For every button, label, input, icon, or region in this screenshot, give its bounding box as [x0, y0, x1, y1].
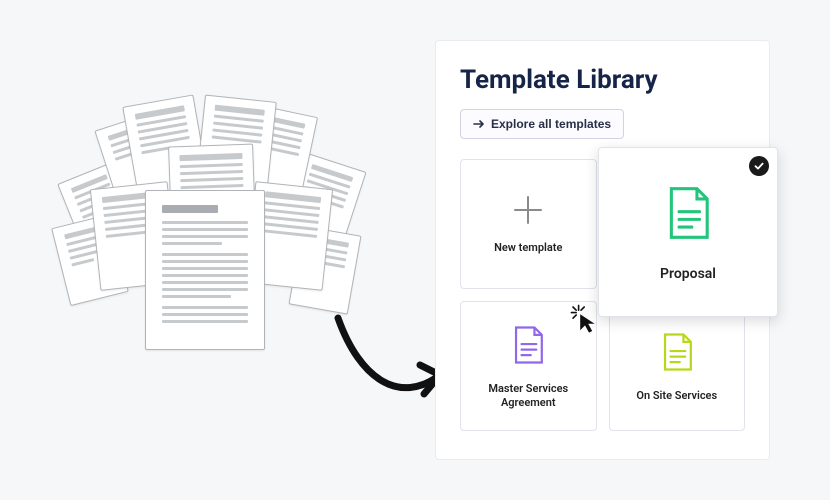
document-icon — [505, 322, 551, 368]
selected-check-icon — [749, 156, 769, 176]
proposal-template-card[interactable]: Proposal — [598, 147, 778, 317]
plus-icon — [511, 193, 545, 227]
card-label: On Site Services — [630, 389, 723, 403]
explore-all-templates-button[interactable]: Explore all templates — [460, 109, 624, 139]
new-template-card[interactable]: New template — [460, 159, 597, 289]
onsite-template-card[interactable]: On Site Services — [609, 301, 746, 431]
cursor-click-icon — [569, 303, 601, 335]
card-label: Master Services Agreement — [461, 382, 596, 411]
explore-button-label: Explore all templates — [491, 117, 611, 131]
arrow-right-icon — [473, 119, 485, 129]
template-library-panel: Template Library Explore all templates N… — [435, 40, 770, 460]
document-icon — [656, 181, 720, 245]
template-grid: New template Master Services Agreement — [460, 159, 745, 431]
page-title: Template Library — [460, 65, 745, 95]
card-label: New template — [488, 241, 568, 255]
document-icon — [654, 329, 700, 375]
card-label: Proposal — [654, 265, 722, 283]
